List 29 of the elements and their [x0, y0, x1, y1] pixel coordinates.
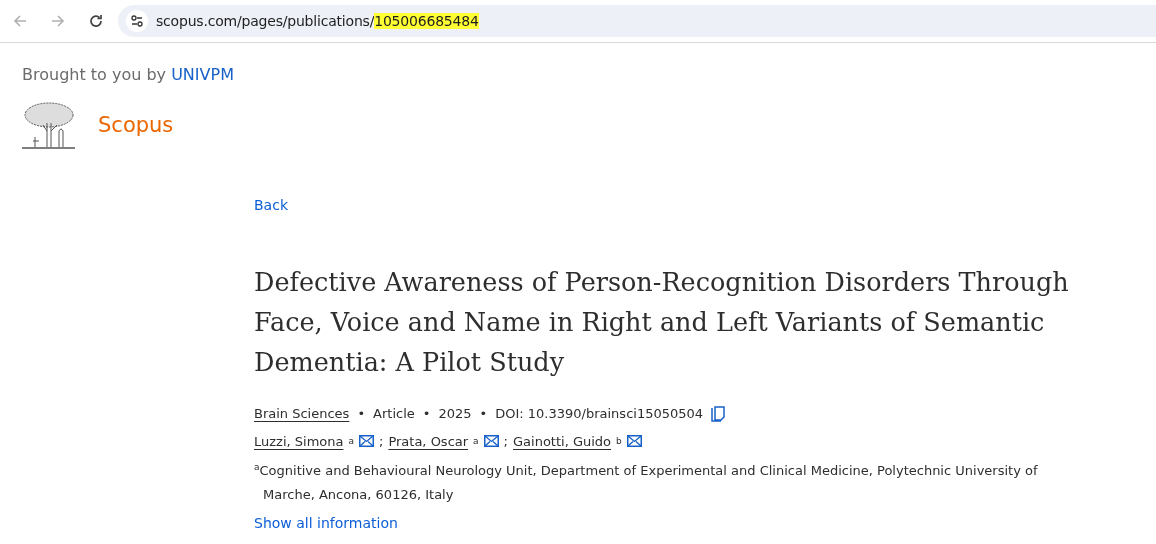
mail-icon[interactable]: [359, 435, 374, 448]
author-link[interactable]: Luzzi, Simona: [254, 431, 344, 451]
back-link[interactable]: Back: [254, 195, 288, 216]
separator-dot: •: [357, 405, 366, 423]
separator-dot: •: [479, 405, 488, 423]
affiliation-mark: a: [348, 434, 354, 448]
brought-by-text: Brought to you by: [22, 65, 167, 84]
article-title: Defective Awareness of Person-Recognition Disorders Through Face, Voice and Name in Right and Left Variants of Semantic Dementia: A Pilot Study: [254, 266, 1070, 379]
separator-text: ;: [503, 432, 508, 451]
mail-icon[interactable]: [483, 435, 499, 448]
doi-text: DOI: 10.3390/brainsci15050504: [495, 405, 704, 423]
author-link[interactable]: Gainotti, Guido: [513, 431, 612, 451]
affiliation-mark: b: [616, 434, 622, 448]
meta-text: Article: [373, 405, 415, 423]
author-link[interactable]: Prata, Oscar: [388, 431, 469, 451]
show-all-link[interactable]: Show all information: [254, 513, 398, 535]
mail-icon[interactable]: [626, 435, 642, 448]
affiliation-text: $^{a}$Cognitive and Behavioural Neurology Unit, Department of Experimental and Clinical Medicine, Polytechnic University of Marche, Ancona, 60126, Italy: [254, 461, 1039, 505]
copy-icon[interactable]: [711, 405, 726, 422]
journal-link[interactable]: Brain Sciences: [254, 404, 350, 424]
affiliation-mark: a: [473, 434, 479, 448]
site-settings-icon[interactable]: [126, 10, 148, 32]
address-bar[interactable]: scopus.com/pages/publications/105006685484: [118, 5, 1156, 37]
meta-text: 2025: [438, 405, 472, 423]
url-text: scopus.com/pages/publications/105006685484: [156, 11, 479, 31]
separator-text: ;: [379, 432, 384, 451]
tree-logo-icon: [21, 101, 76, 151]
separator-dot: •: [422, 405, 431, 423]
institution-link[interactable]: UNIVPM: [171, 65, 234, 84]
